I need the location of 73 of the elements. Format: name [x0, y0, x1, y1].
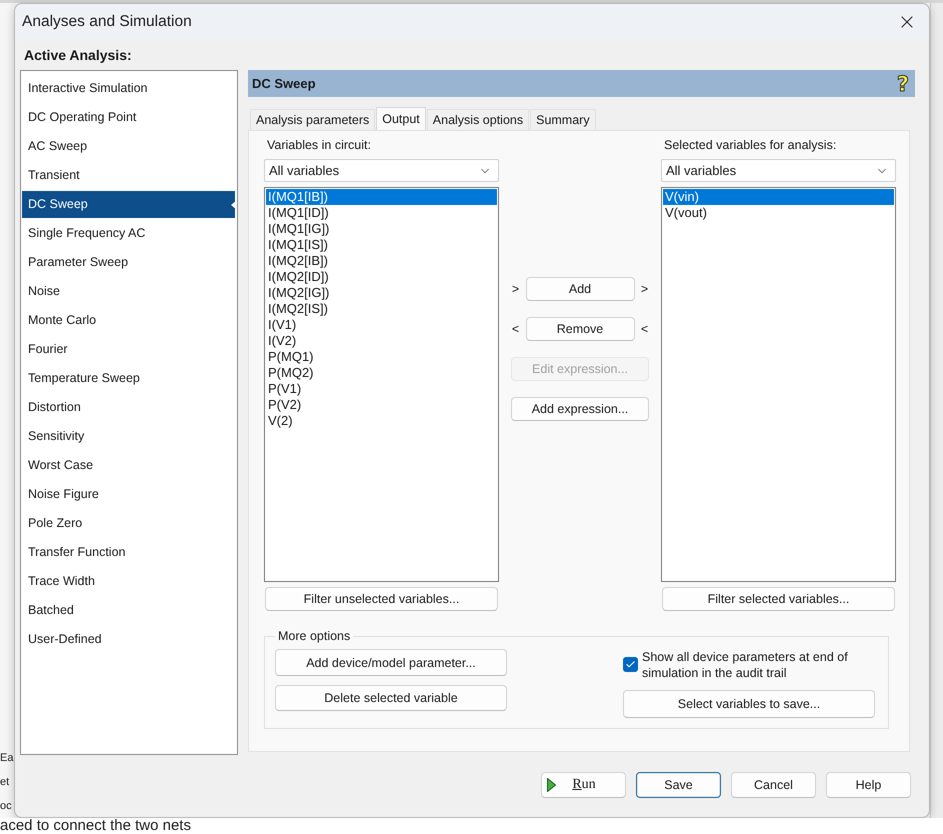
expression-button[interactable]: Add expression...: [511, 397, 649, 421]
analysis-list-item[interactable]: DC Sweep: [22, 191, 235, 218]
transfer-button[interactable]: Add: [526, 277, 634, 301]
variable-list-item[interactable]: I(MQ1[IS]): [266, 237, 497, 253]
window-title: Analyses and Simulation: [22, 13, 192, 31]
variable-list-item[interactable]: P(MQ1): [266, 349, 497, 365]
analysis-list-item[interactable]: Temperature Sweep: [22, 365, 235, 392]
analysis-list-item[interactable]: Single Frequency AC: [22, 220, 235, 247]
direction-marker: >: [640, 282, 648, 296]
background-text: oc: [0, 799, 13, 814]
analysis-list-item[interactable]: Noise Figure: [22, 481, 235, 508]
tab[interactable]: Analysis options: [426, 109, 530, 130]
variable-list-item[interactable]: I(MQ1[IG]): [266, 221, 497, 237]
analysis-list-item[interactable]: Transient: [22, 162, 235, 189]
filter-button[interactable]: Filter unselected variables...: [265, 587, 498, 611]
variable-list-item[interactable]: I(MQ2[IB]): [266, 253, 497, 269]
analysis-list-item[interactable]: Trace Width: [22, 568, 235, 595]
field-label: Selected variables for analysis:: [664, 138, 838, 153]
variable-list-item[interactable]: I(MQ2[ID]): [266, 269, 497, 285]
variable-list-item[interactable]: P(V1): [266, 381, 497, 397]
analysis-list-item[interactable]: Distortion: [22, 394, 235, 421]
panel-title: DC Sweep: [252, 76, 316, 91]
play-icon: [547, 778, 556, 792]
option-button[interactable]: Add device/model parameter...: [275, 649, 507, 676]
variable-list-item[interactable]: P(MQ2): [266, 365, 497, 381]
filter-dropdown[interactable]: All variables: [264, 159, 499, 182]
analysis-list-item[interactable]: DC Operating Point: [22, 104, 235, 131]
analysis-list-item[interactable]: Batched: [22, 597, 235, 624]
group-title: More options: [277, 629, 352, 643]
analysis-list-item[interactable]: Interactive Simulation: [22, 75, 235, 102]
variable-list-item[interactable]: V(vout): [663, 205, 894, 221]
tab[interactable]: Summary: [530, 109, 596, 130]
transfer-button[interactable]: Remove: [526, 317, 634, 341]
background-text: et: [0, 775, 10, 790]
dialog-button[interactable]: Help: [826, 772, 911, 798]
variable-list-item[interactable]: I(MQ1[IB]): [266, 189, 497, 205]
analysis-list-item[interactable]: Sensitivity: [22, 423, 235, 450]
analysis-list-item[interactable]: Monte Carlo: [22, 307, 235, 334]
analysis-list-item[interactable]: Transfer Function: [22, 539, 235, 566]
direction-marker: >: [512, 282, 520, 296]
variable-list-item[interactable]: V(vin): [663, 189, 894, 205]
dialog-button[interactable]: Run: [541, 772, 626, 798]
option-button[interactable]: Delete selected variable: [275, 685, 507, 711]
direction-marker: <: [512, 322, 520, 336]
dialog-button[interactable]: Save: [636, 772, 721, 798]
analysis-list-item[interactable]: Noise: [22, 278, 235, 305]
dialog-button[interactable]: Cancel: [731, 772, 816, 798]
variable-list-item[interactable]: I(V1): [266, 317, 497, 333]
analysis-list-item[interactable]: Fourier: [22, 336, 235, 363]
analysis-list-item[interactable]: Pole Zero: [22, 510, 235, 537]
checkbox[interactable]: [623, 657, 638, 672]
analysis-list-item[interactable]: AC Sweep: [22, 133, 235, 160]
tab[interactable]: Analysis parameters: [250, 109, 376, 130]
analysis-list-item[interactable]: Worst Case: [22, 452, 235, 479]
check-icon: [625, 659, 636, 670]
checkbox-label: Show all device parameters at end of simulation in the audit trail: [642, 649, 849, 681]
section-title: Active Analysis:: [24, 47, 133, 64]
filter-button[interactable]: Filter selected variables...: [662, 587, 895, 611]
filter-dropdown[interactable]: All variables: [661, 159, 896, 182]
tab[interactable]: Output: [376, 107, 426, 130]
variable-list-item[interactable]: V(2): [266, 413, 497, 429]
analysis-list-item[interactable]: User-Defined: [22, 626, 235, 653]
background-text: Ea: [0, 751, 14, 766]
field-label: Variables in circuit:: [267, 138, 372, 153]
variable-list-item[interactable]: P(V2): [266, 397, 497, 413]
status-text: aced to connect the two nets: [0, 818, 191, 834]
save-variables-button[interactable]: Select variables to save...: [623, 690, 875, 718]
variable-list-item[interactable]: I(MQ2[IG]): [266, 285, 497, 301]
direction-marker: <: [640, 322, 648, 336]
variable-list-item[interactable]: I(MQ1[ID]): [266, 205, 497, 221]
variable-list-item[interactable]: I(MQ2[IS]): [266, 301, 497, 317]
variable-list-item[interactable]: I(V2): [266, 333, 497, 349]
analysis-list-item[interactable]: Parameter Sweep: [22, 249, 235, 276]
